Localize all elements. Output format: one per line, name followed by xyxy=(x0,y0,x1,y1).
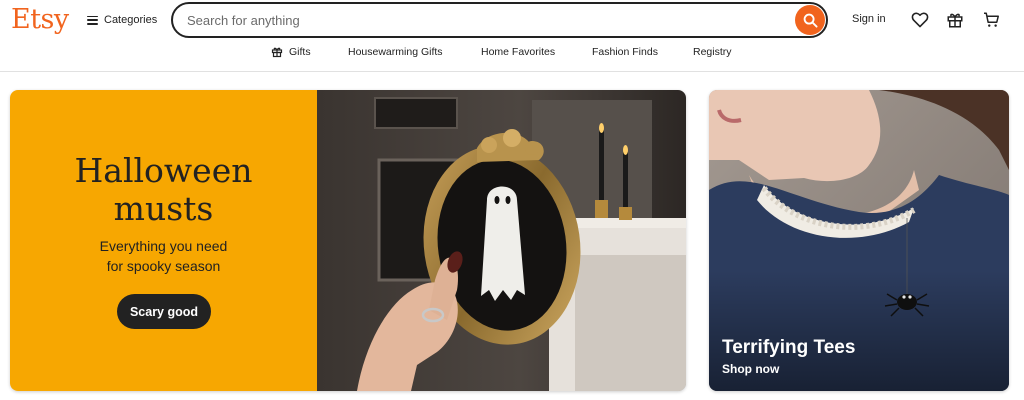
cart-button[interactable] xyxy=(981,10,1001,30)
nav-item-registry[interactable]: Registry xyxy=(693,46,732,58)
search-bar xyxy=(171,2,828,38)
hero-subtitle: Everything you need for spooky season xyxy=(10,236,317,276)
hero-subtitle-line2: for spooky season xyxy=(106,258,221,274)
nav-item-home-favorites[interactable]: Home Favorites xyxy=(481,46,555,58)
scary-good-button[interactable]: Scary good xyxy=(117,294,211,329)
categories-label: Categories xyxy=(104,14,158,26)
gift-icon xyxy=(947,13,963,28)
hero-title-line2: musts xyxy=(113,189,214,228)
sign-in-link[interactable]: Sign in xyxy=(852,13,886,25)
hero-subtitle-line1: Everything you need xyxy=(99,238,228,254)
gift-button[interactable] xyxy=(945,10,965,30)
favorites-button[interactable] xyxy=(910,10,930,30)
ghost-frame-photo xyxy=(317,90,686,391)
hero-text-panel: Halloween musts Everything you need for … xyxy=(10,90,317,391)
hero-title-line1: Halloween xyxy=(74,151,253,190)
heart-icon xyxy=(911,12,929,28)
gift-icon xyxy=(271,47,283,58)
nav-item-fashion-finds[interactable]: Fashion Finds xyxy=(592,46,658,58)
hero-title: Halloween musts xyxy=(10,152,317,228)
card-title: Terrifying Tees xyxy=(722,337,856,358)
search-input[interactable] xyxy=(187,11,777,29)
nav-item-gifts[interactable]: Gifts xyxy=(271,46,311,58)
site-header: Etsy Categories Sign in xyxy=(0,0,1024,72)
category-nav: Gifts Housewarming Gifts Home Favorites … xyxy=(0,46,1024,62)
etsy-logo[interactable]: Etsy xyxy=(11,4,69,35)
hero-banner[interactable]: Halloween musts Everything you need for … xyxy=(10,90,686,391)
cart-icon xyxy=(983,12,999,27)
nav-item-housewarming-gifts[interactable]: Housewarming Gifts xyxy=(348,46,443,58)
search-icon xyxy=(803,13,818,28)
shop-now-link[interactable]: Shop now xyxy=(722,362,779,376)
nav-item-label: Gifts xyxy=(289,46,311,58)
terrifying-tees-card[interactable]: Terrifying Tees Shop now xyxy=(709,90,1009,391)
search-button[interactable] xyxy=(795,5,825,35)
categories-button[interactable]: Categories xyxy=(87,12,157,28)
menu-icon xyxy=(87,15,98,25)
